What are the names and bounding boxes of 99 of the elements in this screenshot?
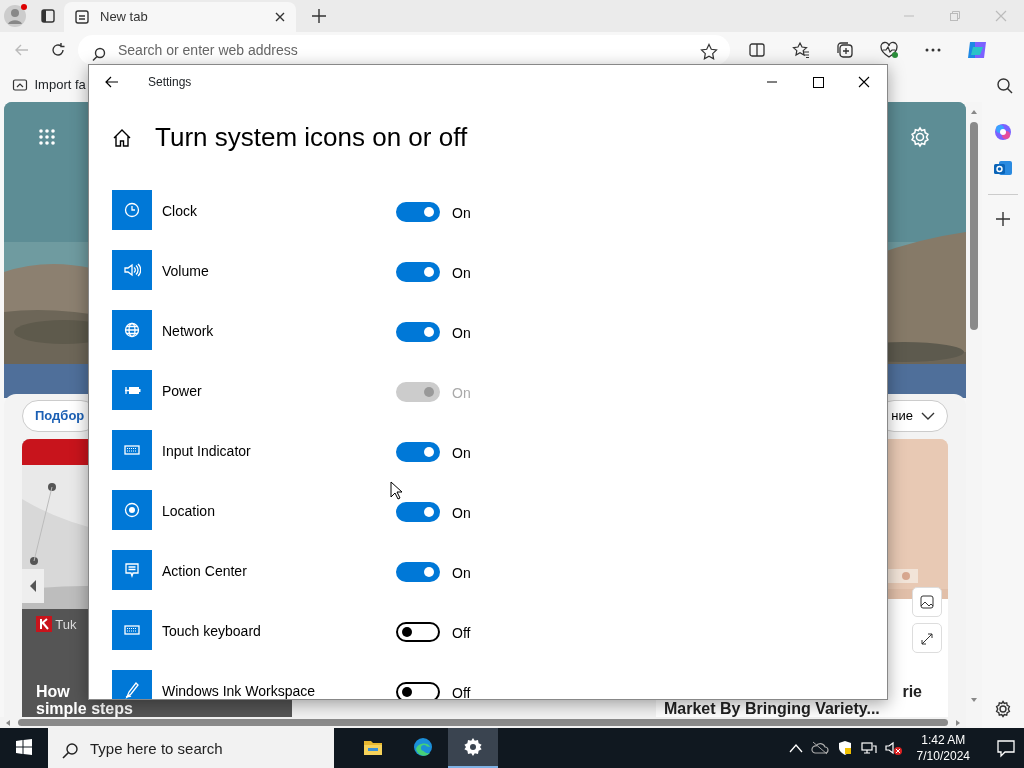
restore-icon [950,11,960,21]
back-arrow-icon [105,76,119,88]
search-icon [62,742,78,759]
headline-text: simple steps [36,700,133,717]
headline-text: rie [902,683,922,700]
address-field[interactable]: Search or enter web address [78,35,730,65]
mouse-cursor-icon [390,481,402,500]
taskbar-app-button[interactable] [448,728,498,768]
collections-icon [835,41,854,59]
import-icon [12,77,28,93]
toggle-switch[interactable] [396,562,440,582]
scroll-left-icon[interactable] [4,718,12,727]
clock-icon [123,201,141,219]
image-button[interactable] [912,586,942,617]
toggle-state-text: Off [451,624,471,643]
message-icon [123,561,141,579]
carousel-prev-button[interactable] [22,568,44,603]
headline-text: How [36,683,70,700]
profile-icon[interactable] [3,3,29,29]
scrollbar-thumb[interactable] [18,719,948,726]
toggle-switch[interactable] [396,322,440,342]
settings-icon [462,736,484,758]
browser-icon [412,736,434,758]
tab-title: New tab [100,8,149,27]
location-icon [123,501,141,519]
windows-logo-icon [16,739,32,755]
source-logo-icon [36,616,52,633]
source-name: Tuk [55,615,77,634]
expand-button[interactable] [912,623,942,653]
toggle-switch[interactable] [396,502,440,522]
setting-label: Location [161,502,216,521]
chevron-up-icon[interactable] [788,743,803,753]
toggle-state-text: On [451,264,471,283]
scrollbar-thumb[interactable] [970,122,978,330]
star-list-icon [791,41,810,59]
toggle-state-text: On [451,324,471,343]
setting-label: Clock [161,202,198,221]
speaker-icon [123,261,141,279]
toggle-state-text: Off [451,684,471,699]
settings-icon[interactable] [994,700,1012,718]
image-icon [920,595,934,610]
cloud-offline-icon[interactable] [810,741,829,755]
close-icon [995,10,1007,22]
window-title: Settings [148,74,192,91]
close-icon[interactable] [274,11,286,23]
network-icon[interactable] [860,740,877,756]
back-arrow-icon [14,42,30,58]
colorful-app-icon[interactable] [993,122,1013,142]
muted-speaker-icon[interactable] [884,740,903,756]
globe-icon [123,321,141,339]
shield-icon[interactable] [836,740,853,756]
refresh-icon [50,42,66,58]
toggle-switch[interactable] [396,442,440,462]
browser-tab[interactable]: New tab [64,2,296,32]
apps-grid-icon[interactable] [38,127,56,146]
setting-label: Action Center [161,562,248,581]
notifications-icon[interactable] [996,738,1016,759]
toggle-state-text: On [451,384,471,403]
add-icon[interactable] [995,211,1011,227]
close-icon [858,76,870,88]
star-icon[interactable] [700,42,718,61]
taskbar-clock[interactable]: 1:42 AM 7/10/2024 [910,731,976,765]
setting-label: Network [161,322,215,341]
setting-label: Power [161,382,203,401]
page-heading: Turn system icons on or off [155,122,468,153]
setting-label: Windows Ink Workspace [161,682,316,699]
setting-label: Volume [161,262,210,281]
toggle-switch[interactable] [396,682,440,699]
more-icon [924,48,941,52]
triangle-left-icon [28,579,38,594]
home-icon [112,127,132,148]
toggle-state-text: On [451,504,471,523]
scroll-down-icon[interactable] [970,696,978,704]
headline-text: Market By Bringing Variety... [664,700,880,717]
toggle-state-text: On [451,564,471,583]
setting-label: Touch keyboard [161,622,262,641]
toggle-state-text: On [451,444,471,463]
expand-icon [920,631,934,646]
toggle-switch[interactable] [396,622,440,642]
toggle-switch[interactable] [396,202,440,222]
import-favorites-link[interactable]: Import fa [12,75,86,95]
mail-app-icon[interactable] [993,158,1013,178]
clock-time: 1:42 AM [920,731,967,748]
heart-pulse-icon [878,41,899,59]
toggle-state-text: On [451,204,471,223]
toggle-switch[interactable] [396,262,440,282]
plus-icon [310,8,327,24]
maximize-icon [812,76,824,88]
taskbar-search-field[interactable]: Type here to search [48,728,334,768]
split-screen-icon [748,42,765,58]
scroll-right-icon[interactable] [954,718,962,727]
tab-page-icon [74,9,90,25]
tab-panel-icon [40,8,56,24]
scroll-up-icon[interactable] [970,108,978,116]
search-icon [92,46,106,61]
chevron-down-icon [921,412,935,420]
search-icon[interactable] [996,76,1014,95]
clock-date: 7/10/2024 [916,748,970,765]
setting-label: Input Indicator [161,442,252,461]
